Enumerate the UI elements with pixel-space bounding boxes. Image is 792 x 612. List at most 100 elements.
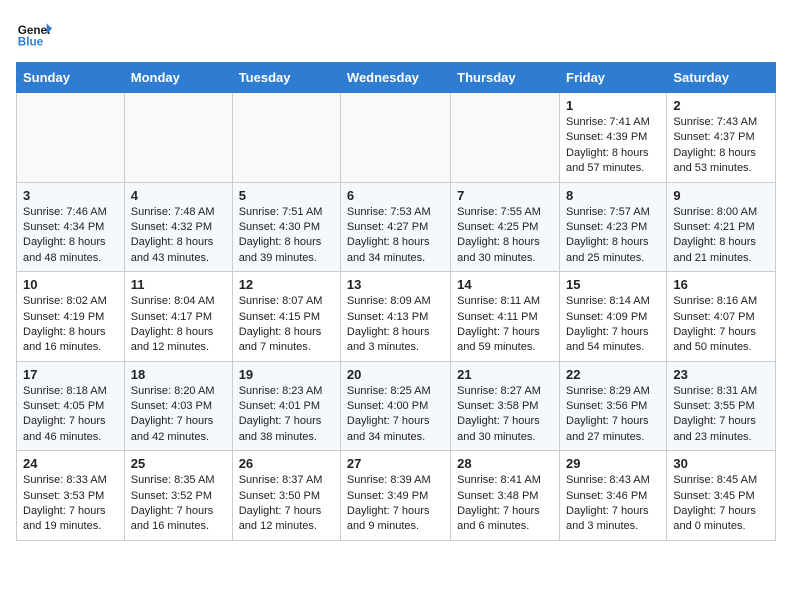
day-number: 1 (566, 98, 660, 113)
day-number: 5 (239, 188, 334, 203)
day-info: Sunset: 3:45 PM (673, 489, 769, 504)
day-info: Sunset: 3:46 PM (566, 489, 660, 504)
day-info: Sunrise: 8:23 AM (239, 384, 334, 399)
day-info: Sunrise: 8:25 AM (347, 384, 444, 399)
day-number: 16 (673, 277, 769, 292)
day-number: 26 (239, 456, 334, 471)
day-info: Daylight: 7 hours and 38 minutes. (239, 414, 334, 445)
day-info: Daylight: 8 hours and 16 minutes. (23, 325, 118, 356)
calendar-cell: 19Sunrise: 8:23 AMSunset: 4:01 PMDayligh… (232, 361, 340, 451)
day-info: Daylight: 8 hours and 7 minutes. (239, 325, 334, 356)
day-info: Sunset: 4:01 PM (239, 399, 334, 414)
week-row-2: 3Sunrise: 7:46 AMSunset: 4:34 PMDaylight… (17, 182, 776, 272)
day-info: Sunset: 4:39 PM (566, 130, 660, 145)
day-number: 17 (23, 367, 118, 382)
day-info: Daylight: 8 hours and 34 minutes. (347, 235, 444, 266)
day-info: Daylight: 7 hours and 42 minutes. (131, 414, 226, 445)
calendar-cell: 23Sunrise: 8:31 AMSunset: 3:55 PMDayligh… (667, 361, 776, 451)
day-info: Daylight: 7 hours and 23 minutes. (673, 414, 769, 445)
day-info: Sunset: 4:27 PM (347, 220, 444, 235)
calendar-cell (451, 93, 560, 183)
day-info: Sunrise: 8:41 AM (457, 473, 553, 488)
day-info: Daylight: 8 hours and 3 minutes. (347, 325, 444, 356)
day-number: 23 (673, 367, 769, 382)
day-info: Sunset: 4:23 PM (566, 220, 660, 235)
day-info: Daylight: 8 hours and 25 minutes. (566, 235, 660, 266)
day-number: 11 (131, 277, 226, 292)
day-number: 9 (673, 188, 769, 203)
day-info: Sunrise: 8:35 AM (131, 473, 226, 488)
calendar-cell: 3Sunrise: 7:46 AMSunset: 4:34 PMDaylight… (17, 182, 125, 272)
calendar-cell: 12Sunrise: 8:07 AMSunset: 4:15 PMDayligh… (232, 272, 340, 362)
day-header-sunday: Sunday (17, 63, 125, 93)
day-number: 3 (23, 188, 118, 203)
day-number: 7 (457, 188, 553, 203)
day-info: Sunrise: 8:00 AM (673, 205, 769, 220)
day-number: 22 (566, 367, 660, 382)
day-info: Sunset: 4:07 PM (673, 310, 769, 325)
calendar-cell: 1Sunrise: 7:41 AMSunset: 4:39 PMDaylight… (560, 93, 667, 183)
day-info: Sunrise: 7:53 AM (347, 205, 444, 220)
day-info: Sunrise: 8:33 AM (23, 473, 118, 488)
day-number: 29 (566, 456, 660, 471)
day-header-thursday: Thursday (451, 63, 560, 93)
day-info: Sunset: 4:09 PM (566, 310, 660, 325)
calendar-cell: 17Sunrise: 8:18 AMSunset: 4:05 PMDayligh… (17, 361, 125, 451)
calendar-cell: 28Sunrise: 8:41 AMSunset: 3:48 PMDayligh… (451, 451, 560, 541)
calendar-cell: 5Sunrise: 7:51 AMSunset: 4:30 PMDaylight… (232, 182, 340, 272)
day-info: Sunset: 4:21 PM (673, 220, 769, 235)
calendar-cell: 21Sunrise: 8:27 AMSunset: 3:58 PMDayligh… (451, 361, 560, 451)
calendar-cell (340, 93, 450, 183)
calendar-cell: 29 Sunrise: 8:43 AMSunset: 3:46 PMDayligh… (560, 451, 667, 541)
day-header-monday: Monday (124, 63, 232, 93)
day-info: Sunset: 3:56 PM (566, 399, 660, 414)
calendar-cell: 25Sunrise: 8:35 AMSunset: 3:52 PMDayligh… (124, 451, 232, 541)
logo-icon: General Blue (16, 16, 52, 52)
calendar-cell: 6 Sunrise: 7:53 AMSunset: 4:27 PMDaylight… (340, 182, 450, 272)
day-info: Sunset: 4:03 PM (131, 399, 226, 414)
day-number: 30 (673, 456, 769, 471)
day-info: Daylight: 7 hours and 30 minutes. (457, 414, 553, 445)
week-row-3: 10Sunrise: 8:02 AMSunset: 4:19 PMDayligh… (17, 272, 776, 362)
day-info: Sunset: 4:37 PM (673, 130, 769, 145)
calendar-cell: 27Sunrise: 8:39 AMSunset: 3:49 PMDayligh… (340, 451, 450, 541)
calendar-cell: 13Sunrise: 8:09 AMSunset: 4:13 PMDayligh… (340, 272, 450, 362)
logo: General Blue (16, 16, 52, 52)
day-info: Sunrise: 8:20 AM (131, 384, 226, 399)
day-info: Daylight: 7 hours and 12 minutes. (239, 504, 334, 535)
day-info: Daylight: 7 hours and 54 minutes. (566, 325, 660, 356)
day-info: Sunrise: 8:37 AM (239, 473, 334, 488)
day-info: Sunrise: 8:43 AM (566, 473, 660, 488)
calendar-cell (232, 93, 340, 183)
day-number: 8 (566, 188, 660, 203)
day-info: Daylight: 7 hours and 34 minutes. (347, 414, 444, 445)
day-info: Daylight: 8 hours and 21 minutes. (673, 235, 769, 266)
calendar-cell (124, 93, 232, 183)
day-info: Sunset: 3:50 PM (239, 489, 334, 504)
calendar-cell: 24Sunrise: 8:33 AMSunset: 3:53 PMDayligh… (17, 451, 125, 541)
day-number: 6 (347, 188, 444, 203)
day-info: Sunrise: 8:27 AM (457, 384, 553, 399)
day-info: Sunrise: 8:02 AM (23, 294, 118, 309)
day-info: Daylight: 7 hours and 6 minutes. (457, 504, 553, 535)
day-number: 2 (673, 98, 769, 113)
days-header-row: SundayMondayTuesdayWednesdayThursdayFrid… (17, 63, 776, 93)
day-info: Sunrise: 8:31 AM (673, 384, 769, 399)
calendar-cell: 11Sunrise: 8:04 AMSunset: 4:17 PMDayligh… (124, 272, 232, 362)
calendar-cell: 20Sunrise: 8:25 AMSunset: 4:00 PMDayligh… (340, 361, 450, 451)
day-header-friday: Friday (560, 63, 667, 93)
day-info: Sunrise: 8:39 AM (347, 473, 444, 488)
calendar-table: SundayMondayTuesdayWednesdayThursdayFrid… (16, 62, 776, 541)
day-info: Sunset: 4:15 PM (239, 310, 334, 325)
day-info: Sunset: 4:32 PM (131, 220, 226, 235)
calendar-cell: 15Sunrise: 8:14 AMSunset: 4:09 PMDayligh… (560, 272, 667, 362)
day-number: 13 (347, 277, 444, 292)
day-info: Sunrise: 7:55 AM (457, 205, 553, 220)
calendar-cell: 14Sunrise: 8:11 AMSunset: 4:11 PMDayligh… (451, 272, 560, 362)
day-info: Daylight: 7 hours and 16 minutes. (131, 504, 226, 535)
day-number: 28 (457, 456, 553, 471)
day-info: Daylight: 7 hours and 59 minutes. (457, 325, 553, 356)
day-info: Sunrise: 8:45 AM (673, 473, 769, 488)
day-number: 14 (457, 277, 553, 292)
day-info: Daylight: 7 hours and 3 minutes. (566, 504, 660, 535)
